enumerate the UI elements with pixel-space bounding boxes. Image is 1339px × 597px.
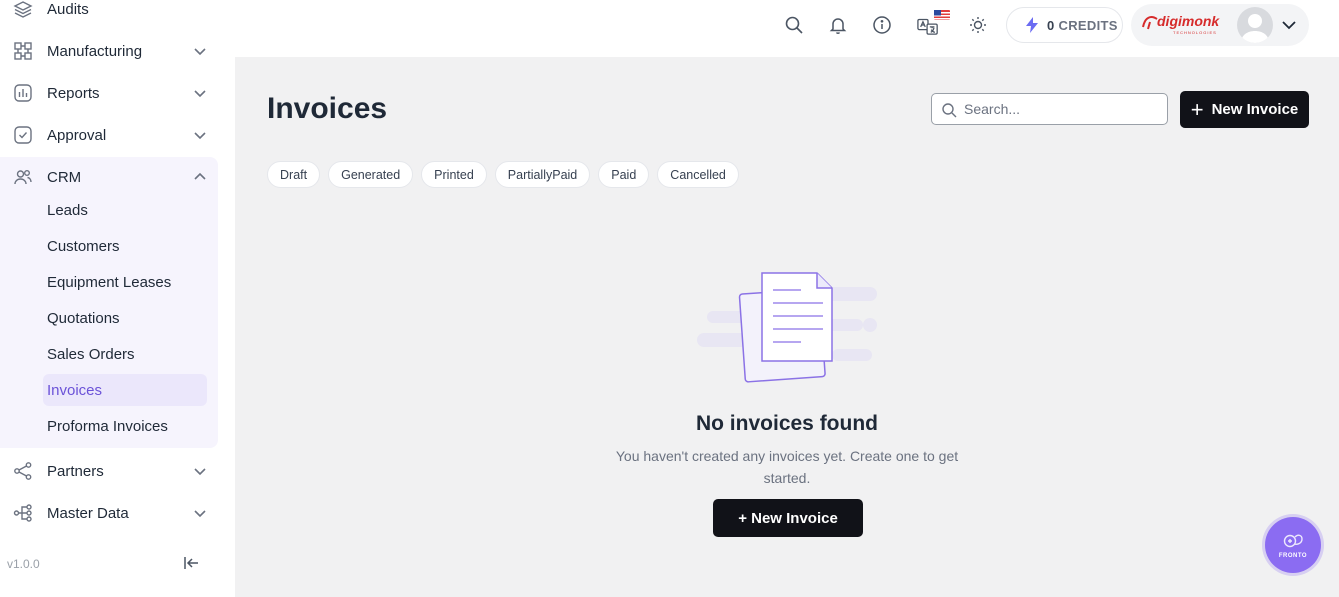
assistant-logo-icon	[1283, 534, 1303, 547]
credits-button[interactable]: 0 CREDITS	[1006, 7, 1123, 43]
search-box[interactable]	[931, 93, 1168, 125]
plus-icon: +	[1190, 96, 1204, 122]
filter-chip-printed[interactable]: Printed	[421, 161, 487, 188]
assistant-fab-label: FRONTO	[1278, 552, 1308, 559]
sidebar-item-label: Master Data	[47, 504, 129, 522]
collapse-sidebar-button[interactable]	[180, 553, 202, 573]
lightning-icon	[1026, 17, 1038, 33]
sidebar-item-label: Audits	[47, 0, 89, 18]
chevron-up-icon	[194, 172, 206, 180]
filter-chip-draft[interactable]: Draft	[267, 161, 321, 188]
credits-value: 0	[1047, 17, 1055, 33]
sidebar-item-audits[interactable]: Audits	[0, 0, 218, 30]
sidebar-sub-sales-orders[interactable]: Sales Orders	[43, 338, 207, 370]
sidebar-item-manufacturing[interactable]: Manufacturing	[0, 30, 218, 72]
chevron-down-icon	[1282, 21, 1296, 30]
sidebar-item-label: Reports	[47, 84, 100, 102]
empty-state-text: You haven't created any invoices yet. Cr…	[615, 448, 959, 486]
filter-chip-cancelled[interactable]: Cancelled	[657, 161, 739, 188]
collapse-left-icon	[184, 557, 198, 569]
version-label: v1.0.0	[7, 557, 40, 571]
filter-chip-generated[interactable]: Generated	[328, 161, 414, 188]
sidebar-item-partners[interactable]: Partners	[0, 450, 218, 492]
empty-state-title: No invoices found	[695, 412, 878, 435]
empty-new-invoice-button[interactable]: + New Invoice	[713, 499, 863, 537]
sidebar-item-crm[interactable]: CRM	[0, 156, 218, 198]
avatar[interactable]	[1237, 7, 1273, 43]
sidebar-item-master-data[interactable]: Master Data	[0, 492, 218, 534]
chart-icon	[12, 82, 34, 104]
theme-toggle[interactable]	[967, 14, 989, 36]
hierarchy-icon	[12, 502, 34, 524]
filter-chip-partially-paid[interactable]: PartiallyPaid	[494, 161, 591, 188]
chevron-down-icon	[194, 48, 206, 56]
new-invoice-button[interactable]: + New Invoice	[1180, 91, 1309, 128]
new-invoice-label: New Invoice	[1211, 101, 1299, 118]
info-button[interactable]	[871, 14, 893, 36]
language-button[interactable]	[917, 10, 950, 36]
sidebar-item-label: Manufacturing	[47, 42, 143, 60]
sidebar-item-label: Approval	[47, 126, 107, 144]
sidebar-sub-proforma-invoices[interactable]: Proforma Invoices	[43, 410, 207, 442]
chevron-down-icon	[194, 132, 206, 140]
filter-chip-paid[interactable]: Paid	[598, 161, 650, 188]
bell-icon	[829, 18, 847, 35]
user-avatar-icon	[1241, 14, 1269, 43]
chevron-down-icon	[194, 90, 206, 98]
search-icon	[785, 16, 803, 34]
users-icon	[12, 166, 34, 188]
status-filters: Draft Generated Printed PartiallyPaid Pa…	[267, 161, 739, 188]
search-button[interactable]	[783, 14, 805, 36]
check-square-icon	[12, 124, 34, 146]
sidebar-sub-invoices[interactable]: Invoices	[43, 374, 207, 406]
sidebar-item-label: Partners	[47, 462, 104, 480]
page-title: Invoices	[267, 92, 388, 125]
sidebar-item-approval[interactable]: Approval	[0, 114, 218, 156]
chevron-down-icon	[194, 510, 206, 518]
company-logo: digimonk	[1157, 13, 1220, 29]
search-icon	[942, 103, 957, 118]
empty-documents-illustration	[697, 272, 877, 383]
notifications-button[interactable]	[827, 14, 849, 36]
grid-icon	[12, 40, 34, 62]
layers-icon	[12, 0, 34, 20]
sun-icon	[970, 17, 986, 33]
sidebar-item-label: CRM	[47, 168, 82, 186]
topbar: 0 CREDITS digimonk TECHNOLOGIES	[235, 0, 1339, 57]
credits-label: CREDITS	[1058, 17, 1118, 33]
main-content: Invoices + New Invoice Draft Generated P…	[235, 57, 1339, 597]
info-icon	[873, 16, 891, 34]
profile-menu[interactable]: digimonk TECHNOLOGIES	[1131, 4, 1309, 46]
sidebar-item-reports[interactable]: Reports	[0, 72, 218, 114]
assistant-fab[interactable]: FRONTO	[1265, 517, 1321, 573]
us-flag-icon	[934, 10, 950, 20]
sidebar: Audits Manufacturing Reports Approval CR…	[0, 0, 235, 597]
company-logo-subtitle: TECHNOLOGIES	[1173, 30, 1217, 35]
search-input[interactable]	[964, 100, 1159, 118]
share-icon	[12, 460, 34, 482]
sidebar-sub-quotations[interactable]: Quotations	[43, 302, 207, 334]
crm-group: CRM Leads Customers Equipment Leases Quo…	[0, 157, 218, 448]
sidebar-sub-leads[interactable]: Leads	[43, 194, 207, 226]
sidebar-sub-customers[interactable]: Customers	[43, 230, 207, 262]
chevron-down-icon	[194, 468, 206, 476]
sidebar-sub-equipment-leases[interactable]: Equipment Leases	[43, 266, 207, 298]
